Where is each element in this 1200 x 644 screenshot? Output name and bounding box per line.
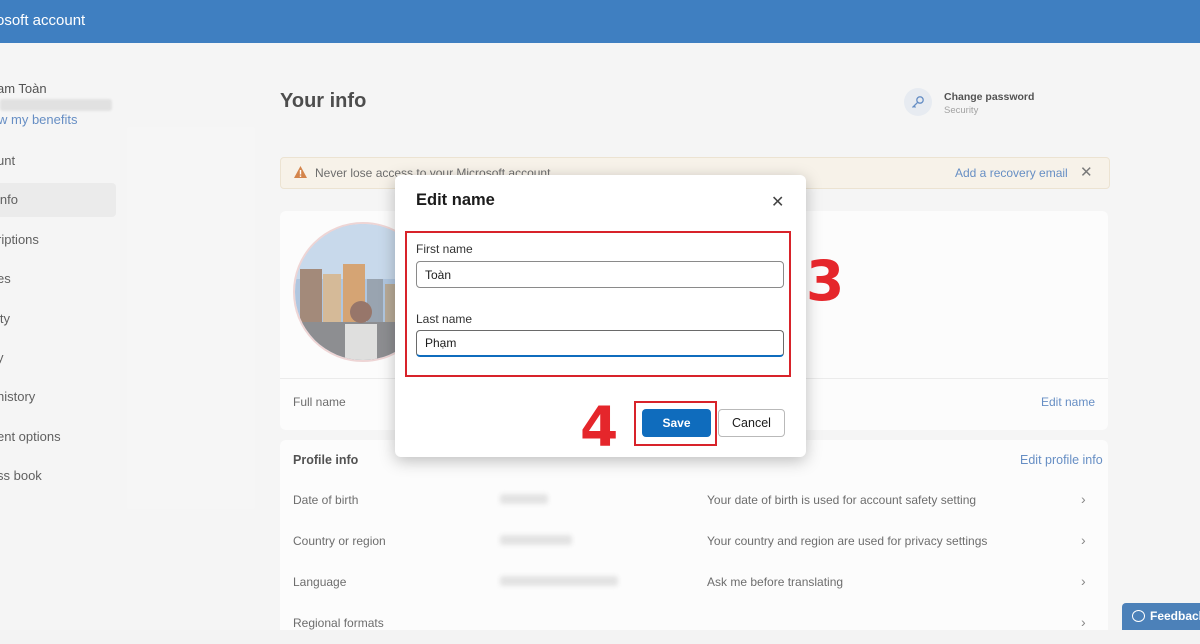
last-name-label: Last name <box>416 312 473 326</box>
save-button[interactable]: Save <box>642 409 711 437</box>
cancel-button[interactable]: Cancel <box>718 409 785 437</box>
annotation-step-number: 4 <box>580 395 619 459</box>
first-name-label: First name <box>416 242 473 256</box>
annotation-step-number: 3 <box>806 249 845 313</box>
close-icon[interactable]: ✕ <box>771 192 784 212</box>
dialog-title: Edit name <box>416 191 495 209</box>
first-name-field[interactable] <box>416 261 784 288</box>
last-name-field[interactable] <box>416 330 784 357</box>
